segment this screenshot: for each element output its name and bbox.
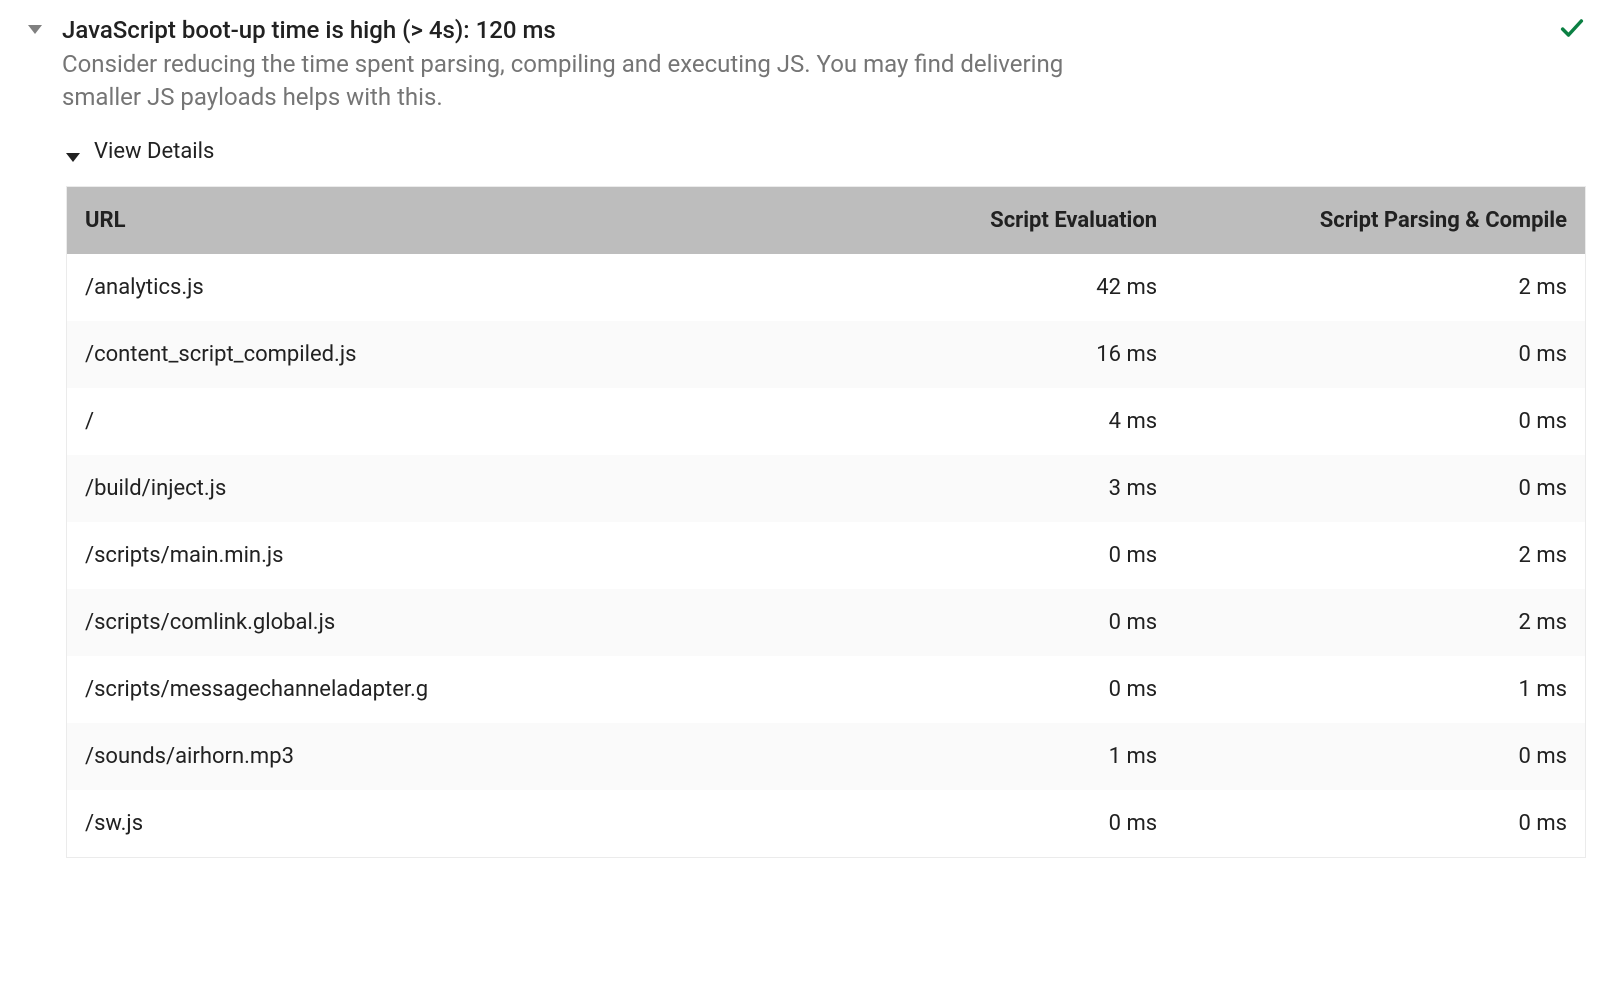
cell-url: /analytics.js: [67, 254, 765, 321]
cell-script-evaluation: 3 ms: [765, 455, 1175, 522]
col-header-script-evaluation: Script Evaluation: [765, 187, 1175, 254]
table-row: /build/inject.js3 ms0 ms: [67, 455, 1585, 522]
col-header-url: URL: [67, 187, 765, 254]
audit-panel: JavaScript boot-up time is high (> 4s): …: [0, 0, 1614, 898]
table-row: /sw.js0 ms0 ms: [67, 790, 1585, 857]
table-row: /scripts/messagechanneladapter.g0 ms1 ms: [67, 656, 1585, 723]
cell-url: /sounds/airhorn.mp3: [67, 723, 765, 790]
cell-url: /: [67, 388, 765, 455]
cell-script-parsing-compile: 1 ms: [1175, 656, 1585, 723]
cell-script-evaluation: 0 ms: [765, 656, 1175, 723]
chevron-down-icon: [66, 153, 80, 162]
cell-script-parsing-compile: 0 ms: [1175, 388, 1585, 455]
cell-script-evaluation: 1 ms: [765, 723, 1175, 790]
col-header-script-parsing-compile: Script Parsing & Compile: [1175, 187, 1585, 254]
audit-title: JavaScript boot-up time is high (> 4s): …: [62, 14, 1586, 46]
cell-script-parsing-compile: 0 ms: [1175, 723, 1585, 790]
cell-url: /content_script_compiled.js: [67, 321, 765, 388]
cell-url: /sw.js: [67, 790, 765, 857]
chevron-down-icon[interactable]: [28, 25, 42, 34]
cell-script-parsing-compile: 0 ms: [1175, 321, 1585, 388]
cell-url: /scripts/comlink.global.js: [67, 589, 765, 656]
table-row: /sounds/airhorn.mp31 ms0 ms: [67, 723, 1585, 790]
table-row: /analytics.js42 ms2 ms: [67, 254, 1585, 321]
table-header-row: URL Script Evaluation Script Parsing & C…: [67, 187, 1585, 254]
cell-url: /scripts/main.min.js: [67, 522, 765, 589]
cell-script-evaluation: 16 ms: [765, 321, 1175, 388]
cell-script-parsing-compile: 2 ms: [1175, 589, 1585, 656]
cell-script-evaluation: 0 ms: [765, 790, 1175, 857]
cell-script-parsing-compile: 0 ms: [1175, 790, 1585, 857]
view-details-label: View Details: [94, 139, 214, 164]
audit-description: Consider reducing the time spent parsing…: [62, 48, 1122, 113]
cell-script-evaluation: 0 ms: [765, 522, 1175, 589]
cell-script-evaluation: 42 ms: [765, 254, 1175, 321]
cell-script-evaluation: 0 ms: [765, 589, 1175, 656]
cell-script-evaluation: 4 ms: [765, 388, 1175, 455]
table-row: /scripts/comlink.global.js0 ms2 ms: [67, 589, 1585, 656]
cell-script-parsing-compile: 2 ms: [1175, 254, 1585, 321]
table-row: /content_script_compiled.js16 ms0 ms: [67, 321, 1585, 388]
table-row: /4 ms0 ms: [67, 388, 1585, 455]
cell-url: /build/inject.js: [67, 455, 765, 522]
cell-script-parsing-compile: 2 ms: [1175, 522, 1585, 589]
audit-details: View Details URL Script Evaluation Scrip…: [66, 139, 1586, 858]
pass-check-icon: [1558, 14, 1586, 42]
cell-url: /scripts/messagechanneladapter.g: [67, 656, 765, 723]
cell-script-parsing-compile: 0 ms: [1175, 455, 1585, 522]
bootup-time-table: URL Script Evaluation Script Parsing & C…: [66, 186, 1586, 858]
view-details-toggle[interactable]: View Details: [66, 139, 1586, 164]
audit-header: JavaScript boot-up time is high (> 4s): …: [28, 14, 1586, 113]
table-row: /scripts/main.min.js0 ms2 ms: [67, 522, 1585, 589]
audit-heading: JavaScript boot-up time is high (> 4s): …: [62, 14, 1586, 113]
